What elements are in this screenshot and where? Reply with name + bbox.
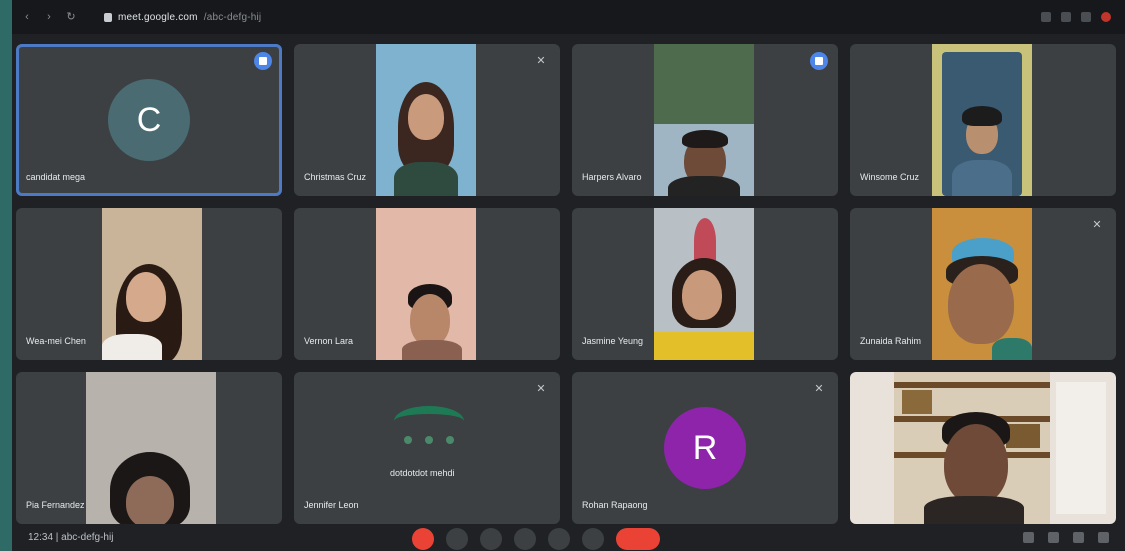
participant-name: candidat mega: [26, 172, 86, 182]
participant-video: [86, 372, 216, 524]
address-bar[interactable]: meet.google.com /abc-defg-hij: [104, 12, 261, 23]
call-controls: [412, 528, 660, 550]
chat-icon[interactable]: [1073, 532, 1084, 543]
participant-tile[interactable]: Vernon Lara: [294, 208, 560, 360]
end-call-button[interactable]: [616, 528, 660, 550]
reload-icon[interactable]: ↻: [64, 10, 78, 24]
participant-tile[interactable]: dotdotdot mehdi ✕ Jennifer Leon: [294, 372, 560, 524]
participant-name: Vernon Lara: [304, 336, 354, 346]
extension-icon[interactable]: [1041, 12, 1051, 22]
recording-icon: [1101, 12, 1111, 22]
participant-name: Jennifer Leon: [304, 500, 359, 510]
participant-name: Jasmine Yeung: [582, 336, 644, 346]
mic-off-icon: ✕: [1092, 219, 1102, 231]
url-path: /abc-defg-hij: [203, 11, 262, 23]
browser-actions: [1041, 12, 1111, 22]
mic-off-icon: ✕: [536, 383, 546, 395]
people-icon[interactable]: [1048, 532, 1059, 543]
participant-video: [654, 44, 754, 196]
presenting-label: dotdotdot mehdi: [390, 468, 455, 478]
menu-icon[interactable]: [1081, 12, 1091, 22]
meeting-info: 12:34 | abc-defg-hij: [28, 532, 114, 543]
participant-name: Christmas Cruz: [304, 172, 367, 182]
back-icon[interactable]: ‹: [20, 10, 34, 24]
activities-icon[interactable]: [1098, 532, 1109, 543]
forward-icon[interactable]: ›: [42, 10, 56, 24]
speaking-indicator-icon: [254, 52, 272, 70]
presenting-logo: [394, 406, 464, 456]
participant-tile[interactable]: Winsome Cruz: [850, 44, 1116, 196]
lock-icon: [104, 12, 112, 22]
info-icon[interactable]: [1023, 532, 1034, 543]
participant-tile[interactable]: Wea-mei Chen: [16, 208, 282, 360]
participant-video: [376, 44, 476, 196]
participant-tile[interactable]: Pia Fernandez: [16, 372, 282, 524]
participant-tile[interactable]: [850, 372, 1116, 524]
participant-tile[interactable]: R ✕ Rohan Rapaong: [572, 372, 838, 524]
more-options-icon[interactable]: [582, 528, 604, 550]
participant-video: [894, 372, 1050, 524]
mic-toggle-icon[interactable]: [412, 528, 434, 550]
url-site: meet.google.com: [118, 11, 198, 23]
avatar: R: [664, 407, 746, 489]
mic-off-icon: ✕: [536, 55, 546, 67]
participant-name: Harpers Alvaro: [582, 172, 642, 182]
participant-video: [102, 208, 202, 360]
participant-video: [932, 44, 1032, 196]
captions-icon[interactable]: [480, 528, 502, 550]
camera-toggle-icon[interactable]: [446, 528, 468, 550]
raise-hand-icon[interactable]: [514, 528, 536, 550]
avatar: C: [108, 79, 190, 161]
participant-name: Wea-mei Chen: [26, 336, 86, 346]
mic-off-icon: ✕: [814, 383, 824, 395]
participant-tile[interactable]: C candidat mega: [16, 44, 282, 196]
browser-toolbar: ‹ › ↻ meet.google.com /abc-defg-hij: [12, 0, 1125, 34]
participant-name: Zunaida Rahim: [860, 336, 922, 346]
meeting-toolbar: 12:34 | abc-defg-hij: [12, 524, 1125, 551]
participant-tile[interactable]: Jasmine Yeung: [572, 208, 838, 360]
bookmark-icon[interactable]: [1061, 12, 1071, 22]
participant-video: [654, 208, 754, 360]
participant-video: [932, 208, 1032, 360]
participant-grid: C candidat mega ✕ Christmas Cruz Harpers…: [16, 44, 1117, 524]
side-panel-controls: [1023, 532, 1109, 543]
participant-tile[interactable]: ✕ Christmas Cruz: [294, 44, 560, 196]
participant-tile[interactable]: Harpers Alvaro: [572, 44, 838, 196]
participant-name: Pia Fernandez: [26, 500, 85, 510]
participant-tile[interactable]: ✕ Zunaida Rahim: [850, 208, 1116, 360]
meet-window: ‹ › ↻ meet.google.com /abc-defg-hij C ca…: [12, 0, 1125, 551]
participant-video: [376, 208, 476, 360]
speaking-indicator-icon: [810, 52, 828, 70]
background-decor: [1056, 382, 1106, 514]
present-screen-icon[interactable]: [548, 528, 570, 550]
participant-name: Winsome Cruz: [860, 172, 920, 182]
participant-name: Rohan Rapaong: [582, 500, 648, 510]
